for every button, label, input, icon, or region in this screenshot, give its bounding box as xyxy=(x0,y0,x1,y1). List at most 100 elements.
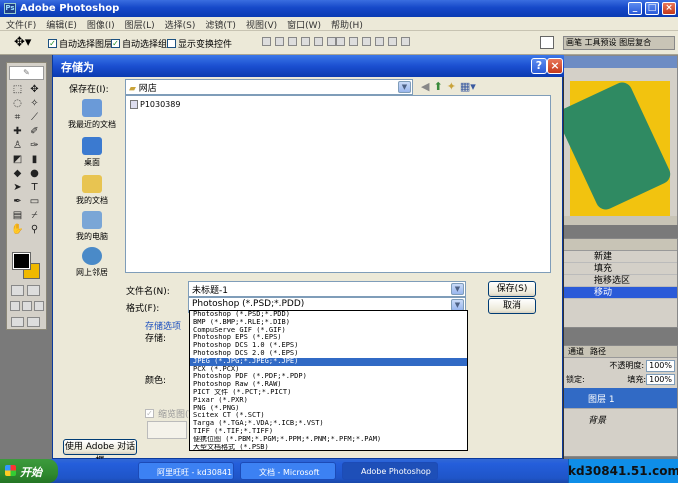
menu-file[interactable]: 文件(F) xyxy=(0,17,40,31)
tab-channels[interactable]: 通道 xyxy=(568,346,584,357)
screen-mode-standard-icon[interactable] xyxy=(10,301,20,311)
background-layer-row[interactable]: 背景 xyxy=(564,408,677,428)
pen-tool-icon[interactable]: ✒ xyxy=(10,195,25,209)
marquee-tool-icon[interactable]: ⬚ xyxy=(10,83,25,97)
place-network[interactable]: 网上邻居 xyxy=(63,247,121,278)
align-top-icon[interactable] xyxy=(262,37,271,46)
foreground-color-swatch[interactable] xyxy=(12,252,31,270)
menu-image[interactable]: 图像(I) xyxy=(81,17,119,31)
menu-select[interactable]: 选择(S) xyxy=(159,17,200,31)
place-desktop[interactable]: 桌面 xyxy=(63,137,121,168)
file-item[interactable]: P1030389 xyxy=(130,100,180,109)
layer-row-selected[interactable]: 图层 1 xyxy=(564,388,677,408)
place-my-computer[interactable]: 我的电脑 xyxy=(63,211,121,242)
hand-tool-icon[interactable]: ✋ xyxy=(10,223,25,237)
help-icon[interactable]: ? xyxy=(531,58,547,74)
format-option[interactable]: Targa (*.TGA;*.VDA;*.ICB;*.VST) xyxy=(190,420,467,428)
format-option[interactable]: Photoshop (*.PSD;*.PDD) xyxy=(190,311,467,319)
taskbar-item-word[interactable]: 文档 - Microsoft xyxy=(240,462,336,480)
format-options-list[interactable]: Photoshop (*.PSD;*.PDD) BMP (*.BMP;*.RLE… xyxy=(189,310,468,451)
format-option[interactable]: 大型文档格式 (*.PSB) xyxy=(190,444,467,452)
align-hcenter-icon[interactable] xyxy=(314,37,323,46)
format-option[interactable]: PNG (*.PNG) xyxy=(190,405,467,413)
menu-filter[interactable]: 滤镜(T) xyxy=(199,17,240,31)
format-option[interactable]: Pixar (*.PXR) xyxy=(190,397,467,405)
menu-window[interactable]: 窗口(W) xyxy=(281,17,325,31)
notes-tool-icon[interactable]: ▤ xyxy=(10,209,25,223)
format-option[interactable]: Photoshop DCS 2.0 (*.EPS) xyxy=(190,350,467,358)
minimize-icon[interactable]: _ xyxy=(628,2,642,15)
format-option[interactable]: TIFF (*.TIF;*.TIFF) xyxy=(190,428,467,436)
history-item[interactable]: 拖移选区 xyxy=(564,275,677,287)
brush-tool-icon[interactable]: ✐ xyxy=(27,125,42,139)
dodge-tool-icon[interactable]: ● xyxy=(27,167,42,181)
tab-paths[interactable]: 路径 xyxy=(590,346,606,357)
align-right-icon[interactable] xyxy=(327,37,336,46)
file-list[interactable]: P1030389 xyxy=(125,95,551,273)
crop-tool-icon[interactable]: ⌗ xyxy=(10,111,25,125)
clone-stamp-icon[interactable]: ♙ xyxy=(10,139,25,153)
move-tool-icon[interactable]: ✥▾ xyxy=(14,35,31,50)
back-icon[interactable]: ◀ xyxy=(421,80,429,93)
history-item-selected[interactable]: 移动 xyxy=(564,287,677,299)
distribute-bottom-icon[interactable] xyxy=(362,37,371,46)
history-brush-icon[interactable]: ✑ xyxy=(27,139,42,153)
menu-layer[interactable]: 图层(L) xyxy=(119,17,159,31)
save-button[interactable]: 保存(S) xyxy=(488,281,536,297)
imageready-jump-icon[interactable] xyxy=(11,317,24,327)
close-icon[interactable]: × xyxy=(662,2,676,15)
path-select-icon[interactable]: ➤ xyxy=(10,181,25,195)
menu-help[interactable]: 帮助(H) xyxy=(325,17,367,31)
distribute-hcenter-icon[interactable] xyxy=(388,37,397,46)
history-item[interactable]: 新建 xyxy=(564,251,677,263)
maximize-icon[interactable]: □ xyxy=(645,2,659,15)
menu-view[interactable]: 视图(V) xyxy=(240,17,281,31)
palette-well-icon[interactable] xyxy=(540,36,554,49)
save-in-dropdown[interactable]: ▰ 网店 ▼ xyxy=(125,79,413,95)
screen-mode-full-icon[interactable] xyxy=(34,301,44,311)
format-option[interactable]: Scitex CT (*.SCT) xyxy=(190,412,467,420)
distribute-vcenter-icon[interactable] xyxy=(349,37,358,46)
menu-edit[interactable]: 编辑(E) xyxy=(40,17,81,31)
zoom-tool-icon[interactable]: ⚲ xyxy=(27,223,42,237)
cancel-button[interactable]: 取消 xyxy=(488,298,536,314)
taskbar-item-photoshop[interactable]: Adobe Photoshop xyxy=(342,462,438,480)
distribute-left-icon[interactable] xyxy=(375,37,384,46)
type-tool-icon[interactable]: T xyxy=(27,181,42,195)
place-recent[interactable]: 我最近的文档 xyxy=(63,99,121,130)
screen-mode-full-menu-icon[interactable] xyxy=(22,301,32,311)
format-option[interactable]: PICT 文件 (*.PCT;*.PICT) xyxy=(190,389,467,397)
format-option-selected[interactable]: JPEG (*.JPG;*.JPEG;*.JPE) xyxy=(190,357,467,366)
start-button[interactable]: 开始 xyxy=(0,459,58,483)
slice-tool-icon[interactable]: ⟋ xyxy=(27,111,42,125)
taskbar-item-wangwang[interactable]: 阿里旺旺 - kd30841 xyxy=(138,462,234,480)
format-option[interactable]: PCX (*.PCX) xyxy=(190,366,467,374)
align-bottom-icon[interactable] xyxy=(288,37,297,46)
place-my-documents[interactable]: 我的文档 xyxy=(63,175,121,206)
gradient-tool-icon[interactable]: ▮ xyxy=(27,153,42,167)
quick-mask-icon[interactable] xyxy=(27,285,40,296)
palette-tabs[interactable]: 画笔 工具预设 图层复合 xyxy=(563,36,675,50)
format-option[interactable]: Photoshop DCS 1.0 (*.EPS) xyxy=(190,342,467,350)
magic-wand-icon[interactable]: ✧ xyxy=(27,97,42,111)
distribute-right-icon[interactable] xyxy=(401,37,410,46)
format-option[interactable]: Photoshop PDF (*.PDF;*.PDP) xyxy=(190,373,467,381)
lasso-tool-icon[interactable]: ◌ xyxy=(10,97,25,111)
view-menu-icon[interactable]: ▦▾ xyxy=(460,80,476,93)
new-folder-icon[interactable]: ✦ xyxy=(447,80,456,93)
opacity-field[interactable]: 100% xyxy=(646,360,675,372)
auto-select-group-checkbox[interactable]: ✓ 自动选择组 xyxy=(111,37,167,50)
align-left-icon[interactable] xyxy=(301,37,310,46)
format-option[interactable]: Photoshop Raw (*.RAW) xyxy=(190,381,467,389)
align-vcenter-icon[interactable] xyxy=(275,37,284,46)
eyedropper-icon[interactable]: ⌿ xyxy=(27,209,42,223)
filename-field[interactable]: 未标题-1 ▼ xyxy=(188,281,466,297)
format-option[interactable]: 便携位图 (*.PBM;*.PGM;*.PPM;*.PNM;*.PFM;*.PA… xyxy=(190,436,467,444)
show-transform-checkbox[interactable]: 显示变换控件 xyxy=(167,37,232,50)
eraser-tool-icon[interactable]: ◩ xyxy=(10,153,25,167)
dialog-close-icon[interactable]: × xyxy=(547,58,563,74)
move-tool-icon[interactable]: ✥ xyxy=(27,83,42,97)
standard-mode-icon[interactable] xyxy=(11,285,24,296)
fill-field[interactable]: 100% xyxy=(646,374,675,385)
edit-in-icon[interactable] xyxy=(27,317,40,327)
